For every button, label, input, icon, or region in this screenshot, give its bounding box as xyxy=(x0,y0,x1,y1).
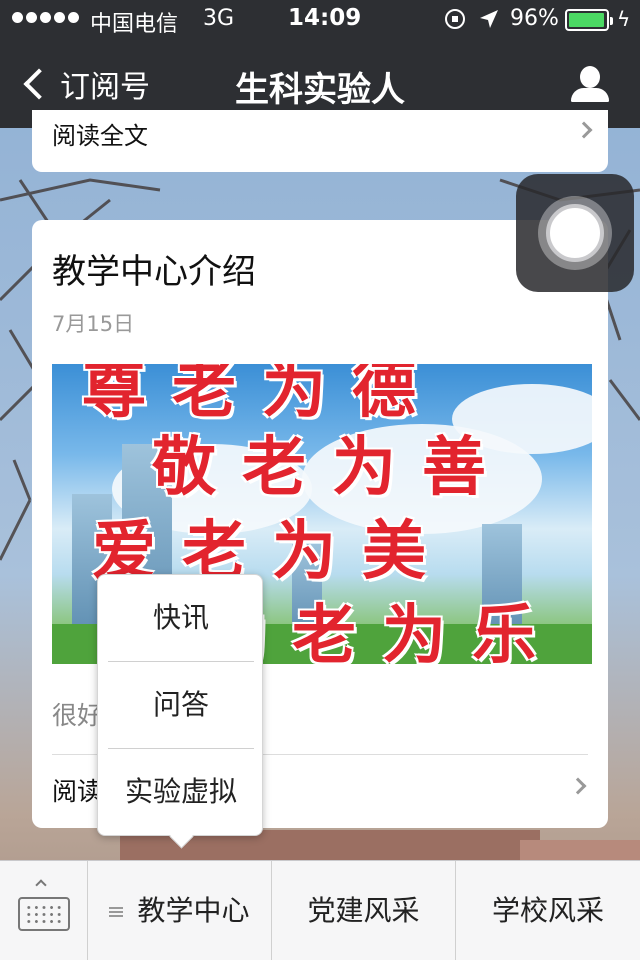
location-arrow-icon xyxy=(480,10,498,28)
charging-icon: ϟ xyxy=(617,7,631,31)
chevron-up-icon xyxy=(35,879,47,891)
keyboard-toggle-button[interactable] xyxy=(0,861,88,960)
assistive-touch-button[interactable] xyxy=(516,174,634,292)
keyboard-icon xyxy=(18,897,70,931)
submenu-popup: 快讯 问答 实验虚拟 xyxy=(97,574,263,836)
chevron-right-icon xyxy=(575,121,593,139)
menu-tab-teaching-center[interactable]: 教学中心 xyxy=(88,861,272,960)
user-icon[interactable] xyxy=(570,66,610,106)
menu-tab-label: 学校风采 xyxy=(491,894,604,927)
menu-tab-label: 教学中心 xyxy=(137,894,250,927)
menu-tab-school-style[interactable]: 学校风采 xyxy=(456,861,640,960)
cover-slogan-line: 敬老为善 xyxy=(152,430,512,505)
bottom-menu-bar: 教学中心 党建风采 学校风采 xyxy=(0,860,640,960)
battery-percent: 96% xyxy=(510,6,559,31)
status-bar: 中国电信 3G 14:09 96% ϟ xyxy=(0,0,640,40)
submenu-item-virtual-lab[interactable]: 实验虚拟 xyxy=(98,749,264,835)
carrier-name: 中国电信 xyxy=(90,12,179,37)
article-date: 7月15日 xyxy=(52,312,135,336)
read-all-link[interactable]: 阅读全文 xyxy=(52,116,148,151)
battery-level xyxy=(569,13,604,27)
chevron-right-icon xyxy=(569,777,587,795)
submenu-item-news[interactable]: 快讯 xyxy=(98,575,264,661)
signal-dots-icon xyxy=(12,12,79,23)
menu-tab-label: 党建风采 xyxy=(307,894,420,927)
page-title: 生科实验人 xyxy=(235,70,405,110)
network-type: 3G xyxy=(203,6,235,31)
submenu-item-qa[interactable]: 问答 xyxy=(98,662,264,748)
menu-tab-party-building[interactable]: 党建风采 xyxy=(272,861,456,960)
battery-icon xyxy=(565,9,613,31)
clock: 14:09 xyxy=(288,5,362,31)
article-title: 教学中心介绍 xyxy=(52,252,256,292)
rotation-lock-icon xyxy=(445,9,465,29)
previous-article-card[interactable]: 阅读全文 xyxy=(32,110,608,172)
menu-lines-icon xyxy=(109,907,124,917)
article-summary: 很好 xyxy=(52,701,103,730)
